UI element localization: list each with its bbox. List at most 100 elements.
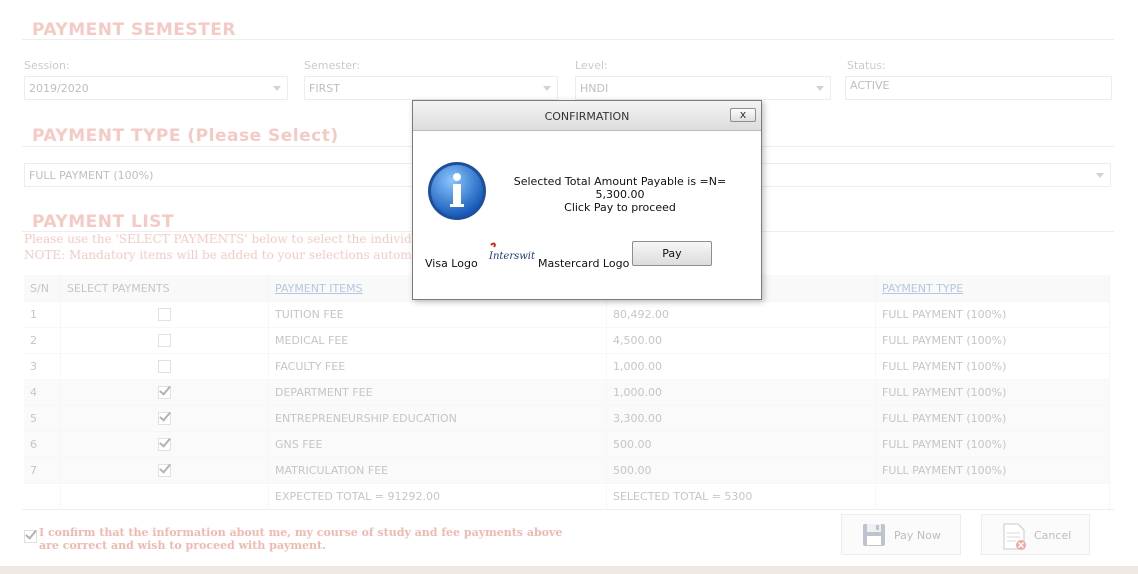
row-checkbox[interactable]	[158, 360, 171, 374]
payment-table: S/N SELECT PAYMENTS PAYMENT ITEMS PAYMEN…	[24, 275, 1110, 509]
row-select-cell[interactable]	[60, 353, 269, 380]
totals-row: EXPECTED TOTAL = 91292.00 SELECTED TOTAL…	[24, 483, 1110, 509]
pay-button-label: Pay	[662, 247, 682, 260]
dialog-header: CONFIRMATION x	[413, 101, 761, 131]
row-type: FULL PAYMENT (100%)	[875, 353, 1110, 380]
row-checkbox[interactable]	[158, 412, 171, 426]
confirmation-dialog: CONFIRMATION x Selected Total Amount Pay…	[412, 100, 762, 300]
level-label: Level:	[575, 59, 608, 72]
row-item: FACULTY FEE	[268, 353, 607, 380]
table-row: 6 GNS FEE 500.00 FULL PAYMENT (100%)	[24, 431, 1110, 458]
row-type: FULL PAYMENT (100%)	[875, 379, 1110, 406]
row-sn: 2	[24, 327, 61, 354]
expected-total: EXPECTED TOTAL = 91292.00	[268, 483, 607, 509]
interswitch-logo-text: Interswitch	[488, 251, 535, 262]
table-row: 2 MEDICAL FEE 4,500.00 FULL PAYMENT (100%)	[24, 327, 1110, 354]
cancel-label: Cancel	[1034, 529, 1072, 542]
row-sn: 7	[24, 457, 61, 484]
payment-list-title: PAYMENT LIST	[32, 212, 175, 232]
status-label: Status:	[847, 59, 886, 72]
row-amount: 1,000.00	[606, 353, 876, 380]
row-item: TUITION FEE	[268, 301, 607, 328]
visa-logo: Visa Logo	[425, 257, 478, 270]
row-select-cell[interactable]	[60, 301, 269, 328]
row-type: FULL PAYMENT (100%)	[875, 431, 1110, 458]
row-select-cell[interactable]	[60, 457, 269, 484]
divider	[22, 509, 1114, 510]
row-checkbox[interactable]	[158, 438, 171, 452]
divider	[22, 39, 1114, 40]
mastercard-logo: Mastercard Logo	[538, 257, 630, 270]
payment-page: PAYMENT SEMESTER Session: 2019/2020 Seme…	[0, 0, 1138, 574]
message-amount: 5,300.00	[595, 188, 645, 201]
row-amount: 80,492.00	[606, 301, 876, 328]
row-sn: 3	[24, 353, 61, 380]
pay-button[interactable]: Pay	[632, 241, 712, 266]
row-select-cell[interactable]	[60, 431, 269, 458]
col-select: SELECT PAYMENTS	[60, 275, 269, 302]
cancel-document-icon	[1003, 523, 1026, 550]
row-sn: 4	[24, 379, 61, 406]
session-dropdown[interactable]: 2019/2020	[24, 76, 288, 100]
row-amount: 4,500.00	[606, 327, 876, 354]
info-icon	[428, 162, 486, 220]
chevron-down-icon	[543, 86, 551, 91]
semester-label: Semester:	[304, 59, 361, 72]
row-item: DEPARTMENT FEE	[268, 379, 607, 406]
row-item: GNS FEE	[268, 431, 607, 458]
row-amount: 500.00	[606, 457, 876, 484]
payment-type-value: FULL PAYMENT (100%)	[29, 169, 154, 182]
row-type: FULL PAYMENT (100%)	[875, 327, 1110, 354]
sort-payment-type-link[interactable]: PAYMENT TYPE	[882, 282, 963, 295]
session-label: Session:	[24, 59, 70, 72]
row-select-cell[interactable]	[60, 327, 269, 354]
pay-now-label: Pay Now	[894, 529, 941, 542]
row-item: MATRICULATION FEE	[268, 457, 607, 484]
interswitch-logo: Interswitch	[488, 242, 535, 262]
level-value: HNDI	[580, 82, 609, 95]
status-value: ACTIVE	[850, 79, 890, 92]
row-select-cell[interactable]	[60, 379, 269, 406]
footer-bar	[0, 566, 1138, 574]
chevron-down-icon	[1096, 173, 1104, 178]
level-dropdown[interactable]: HNDI	[575, 76, 831, 100]
message-line-3: Click Pay to proceed	[564, 201, 676, 214]
confirm-text: I confirm that the information about me,…	[39, 526, 563, 552]
close-icon: x	[739, 108, 747, 121]
close-button[interactable]: x	[730, 108, 756, 122]
row-checkbox[interactable]	[158, 334, 171, 348]
table-row: 1 TUITION FEE 80,492.00 FULL PAYMENT (100%)	[24, 301, 1110, 328]
row-type: FULL PAYMENT (100%)	[875, 405, 1110, 432]
row-checkbox[interactable]	[158, 386, 171, 400]
sort-payment-items-link[interactable]: PAYMENT ITEMS	[275, 282, 363, 295]
payment-type-title: PAYMENT TYPE (Please Select)	[32, 126, 339, 146]
floppy-disk-icon	[863, 524, 885, 546]
instruction-note: Please use the 'SELECT PAYMENTS' below t…	[24, 232, 456, 246]
semester-value: FIRST	[309, 82, 340, 95]
col-type[interactable]: PAYMENT TYPE	[875, 275, 1110, 302]
col-sn: S/N	[24, 275, 61, 302]
status-field: ACTIVE	[845, 76, 1112, 100]
table-row: 7 MATRICULATION FEE 500.00 FULL PAYMENT (10…	[24, 457, 1110, 484]
semester-dropdown[interactable]: FIRST	[304, 76, 558, 100]
row-type: FULL PAYMENT (100%)	[875, 457, 1110, 484]
row-type: FULL PAYMENT (100%)	[875, 301, 1110, 328]
row-checkbox[interactable]	[158, 308, 171, 322]
cancel-button[interactable]: Cancel	[981, 514, 1090, 555]
confirm-checkbox[interactable]	[24, 530, 37, 543]
selected-total: SELECTED TOTAL = 5300	[606, 483, 876, 509]
row-amount: 1,000.00	[606, 379, 876, 406]
message-line-1: Selected Total Amount Payable is =N=	[513, 175, 727, 188]
chevron-down-icon	[816, 86, 824, 91]
row-item: ENTREPRENEURSHIP EDUCATION	[268, 405, 607, 432]
row-item: MEDICAL FEE	[268, 327, 607, 354]
row-checkbox[interactable]	[158, 464, 171, 478]
chevron-down-icon	[273, 86, 281, 91]
row-sn: 6	[24, 431, 61, 458]
session-value: 2019/2020	[29, 82, 89, 95]
pay-now-button[interactable]: Pay Now	[841, 514, 961, 555]
row-sn: 5	[24, 405, 61, 432]
row-select-cell[interactable]	[60, 405, 269, 432]
payment-semester-title: PAYMENT SEMESTER	[32, 20, 236, 40]
table-row: 3 FACULTY FEE 1,000.00 FULL PAYMENT (100%)	[24, 353, 1110, 380]
